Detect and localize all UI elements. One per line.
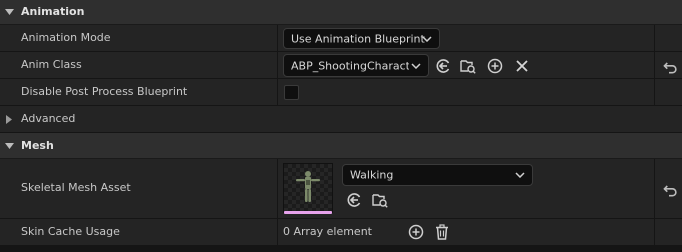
mesh-section-header[interactable]: Mesh — [0, 133, 682, 159]
disable-post-process-label: Disable Post Process Blueprint — [21, 85, 188, 98]
disable-post-process-row: Disable Post Process Blueprint — [0, 79, 682, 106]
animation-mode-dropdown[interactable]: Use Animation Blueprint — [283, 28, 440, 49]
skin-cache-usage-row: Skin Cache Usage 0 Array element — [0, 219, 682, 246]
skeletal-mesh-dropdown[interactable]: Walking — [342, 164, 533, 186]
animation-mode-row: Animation Mode Use Animation Blueprint — [0, 25, 682, 52]
skeletal-mesh-asset-label: Skeletal Mesh Asset — [21, 181, 131, 194]
advanced-label: Advanced — [21, 112, 76, 125]
animation-section-header[interactable]: Animation — [0, 0, 682, 25]
skin-cache-usage-value: 0 Array element — [283, 225, 372, 238]
arrow-left-circle-icon[interactable] — [346, 192, 362, 208]
chevron-down-icon[interactable] — [5, 143, 14, 150]
anim-class-dropdown[interactable]: ABP_ShootingCharact· — [283, 54, 429, 77]
section-title: Mesh — [21, 139, 54, 152]
skeletal-mesh-asset-row: Skeletal Mesh Asset Walking — [0, 159, 682, 219]
folder-search-icon[interactable] — [460, 58, 476, 74]
reset-arrow-icon[interactable] — [661, 59, 677, 75]
trash-icon[interactable] — [434, 224, 450, 240]
arrow-left-circle-icon[interactable] — [435, 58, 451, 74]
x-icon[interactable] — [514, 58, 530, 74]
folder-search-icon[interactable] — [372, 192, 388, 208]
skeletal-mesh-value: Walking — [350, 168, 394, 182]
chevron-down-icon[interactable] — [5, 9, 14, 16]
chevron-down-icon — [515, 172, 525, 178]
anim-class-label: Anim Class — [21, 58, 82, 71]
section-title: Animation — [21, 5, 85, 18]
character-preview-icon — [296, 171, 320, 202]
skin-cache-usage-label: Skin Cache Usage — [21, 225, 120, 238]
advanced-row[interactable]: Advanced — [0, 106, 682, 133]
anim-class-value: ABP_ShootingCharact· — [291, 59, 409, 72]
chevron-down-icon — [411, 62, 421, 69]
anim-class-row: Anim Class ABP_ShootingCharact· — [0, 52, 682, 79]
chevron-down-icon — [422, 35, 432, 42]
animation-mode-value: Use Animation Blueprint — [291, 32, 425, 45]
plus-circle-icon[interactable] — [487, 58, 503, 74]
disable-post-process-checkbox[interactable] — [284, 85, 299, 100]
thumbnail-asset-color-bar — [284, 211, 332, 214]
reset-arrow-icon[interactable] — [661, 182, 677, 198]
plus-circle-icon[interactable] — [408, 224, 424, 240]
mesh-thumbnail[interactable] — [283, 163, 333, 213]
animation-mode-label: Animation Mode — [21, 31, 111, 44]
chevron-right-icon[interactable] — [6, 115, 13, 124]
